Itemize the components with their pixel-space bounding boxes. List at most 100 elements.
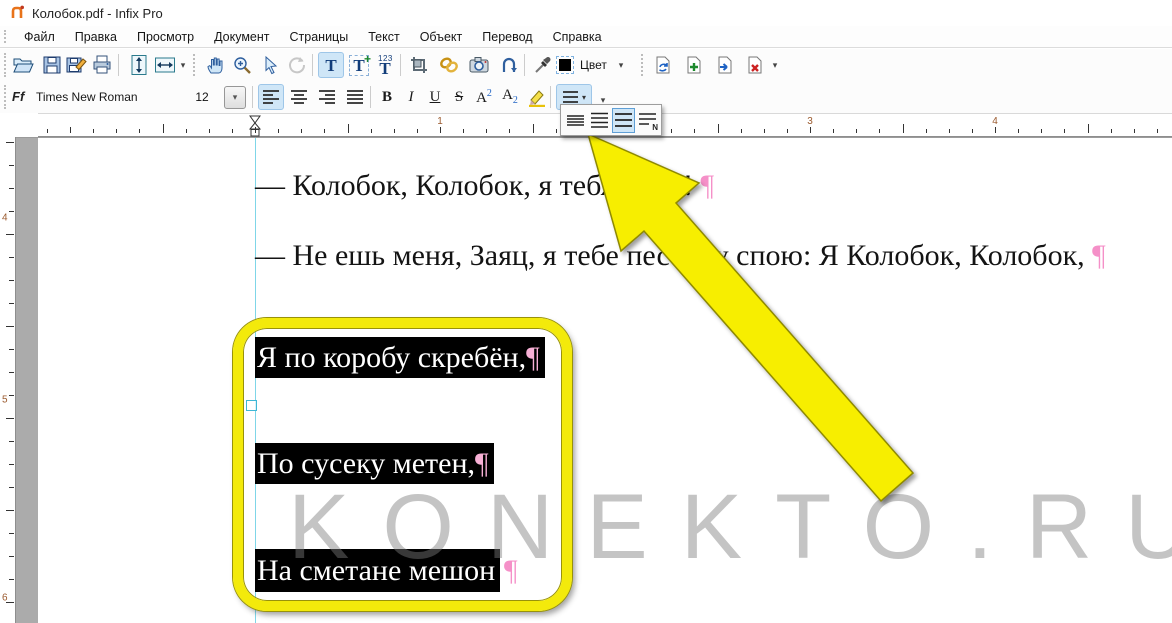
ruler-tick [6,510,14,511]
add-text-button[interactable]: T + [346,52,372,78]
print-button[interactable] [89,52,115,78]
toolbar2-grip[interactable] [4,85,6,109]
insert-page-button[interactable] [681,52,707,78]
floppy-pencil-icon [65,54,87,76]
window-title: Колобок.pdf - Infix Pro [32,6,163,21]
eyedropper-button[interactable] [530,52,556,78]
ruler-tick [1088,124,1089,133]
export-page-button[interactable] [712,52,738,78]
pages-options-chevron[interactable]: ▾ [770,60,780,71]
spacing-option-custom[interactable]: N [636,108,659,133]
highlighter-icon [527,87,547,107]
ruler-number: 6 [2,593,8,604]
menu-edit[interactable]: Правка [65,30,127,44]
menu-view[interactable]: Просмотр [127,30,204,44]
reflow-button[interactable] [496,52,522,78]
menu-help[interactable]: Справка [543,30,612,44]
ruler-tick [9,280,14,281]
highlight-button[interactable] [524,84,550,110]
color-chevron[interactable]: ▾ [616,60,626,71]
menu-pages[interactable]: Страницы [280,30,359,44]
menu-text[interactable]: Текст [358,30,409,44]
rotate-tool-button[interactable] [284,52,310,78]
ruler-tick [810,127,811,133]
infix-app-icon [9,4,26,21]
ruler-tick [509,129,510,133]
ruler-tick [6,142,14,143]
align-right-button[interactable] [314,84,340,110]
zoom-tool-button[interactable] [229,52,255,78]
autonumber-text-button[interactable]: 123 T [372,52,398,78]
paragraph-line-1[interactable]: — Колобок, Колобок, я тебя съем! ¶ [255,166,714,206]
replace-pages-button[interactable] [650,52,676,78]
ruler-tick [47,129,48,133]
ruler-tick [440,127,441,133]
u-turn-arrow-icon [499,55,519,75]
align-left-button[interactable] [258,84,284,110]
italic-button[interactable]: I [400,84,422,110]
menu-object[interactable]: Объект [410,30,473,44]
color-swatch[interactable] [558,52,572,78]
color-button-label[interactable]: Цвет [580,58,607,72]
text-tool-button[interactable]: T [318,52,344,78]
separator [550,86,551,108]
strikethrough-button[interactable]: S [448,84,470,110]
plus-badge-icon: + [364,53,371,65]
menu-document[interactable]: Документ [204,30,279,44]
font-size-combo[interactable]: ▾ [224,86,246,109]
crop-button[interactable] [406,52,432,78]
separator [312,54,313,76]
snapshot-button[interactable] [466,52,492,78]
fit-width-icon [154,55,176,75]
spacing-option-wide[interactable] [612,108,635,133]
ruler-tick [371,129,372,133]
delete-page-button[interactable] [742,52,768,78]
superscript-button[interactable]: A2 [472,84,496,110]
ruler-tick [9,257,14,258]
pilcrow-mark [693,169,701,202]
ruler-tick [9,349,14,350]
paragraph-line-2[interactable]: — Не ешь меня, Заяц, я тебе песенку спою… [255,236,1106,276]
spacing-custom-n: N [652,124,658,132]
link-button[interactable] [436,52,462,78]
fit-page-width-button[interactable] [152,52,178,78]
folder-open-icon [12,54,34,76]
ruler-tick [9,533,14,534]
page-refresh-icon [653,55,673,75]
ruler-number: 4 [2,213,8,224]
ruler-tick [903,124,904,133]
fit-options-chevron[interactable]: ▾ [178,60,188,71]
save-as-button[interactable] [63,52,89,78]
indent-marker[interactable] [248,115,262,137]
ruler-tick [949,129,950,133]
justify-button[interactable] [342,84,368,110]
underline-icon: U [430,90,441,105]
menu-file[interactable]: Файл [14,30,65,44]
color-swatch-icon [559,59,571,71]
bold-button[interactable]: B [376,84,398,110]
hand-tool-button[interactable] [202,52,228,78]
fit-page-height-button[interactable] [126,52,152,78]
spacing-option-single[interactable] [588,108,611,133]
ruler-tick [9,487,14,488]
spacing-option-tight[interactable] [564,108,587,133]
strikethrough-icon: S [455,90,463,105]
open-file-button[interactable] [10,52,36,78]
ruler-tick [556,129,557,133]
menubar-grip[interactable] [4,30,6,43]
align-right-icon [318,89,336,105]
ruler-tick [972,129,973,133]
subscript-button[interactable]: A2 [498,84,522,110]
select-tool-button[interactable] [257,52,283,78]
spacing-single-icon [590,111,609,129]
toolbar1-grip[interactable] [4,53,6,77]
save-button[interactable] [39,52,65,78]
align-center-button[interactable] [286,84,312,110]
ruler-tick [1064,129,1065,133]
menu-translate[interactable]: Перевод [472,30,542,44]
ruler-number: 5 [2,395,8,406]
font-size-value[interactable]: 12 [188,90,216,104]
font-name-label[interactable]: Times New Roman [36,90,186,104]
ruler-tick [694,129,695,133]
underline-button[interactable]: U [424,84,446,110]
